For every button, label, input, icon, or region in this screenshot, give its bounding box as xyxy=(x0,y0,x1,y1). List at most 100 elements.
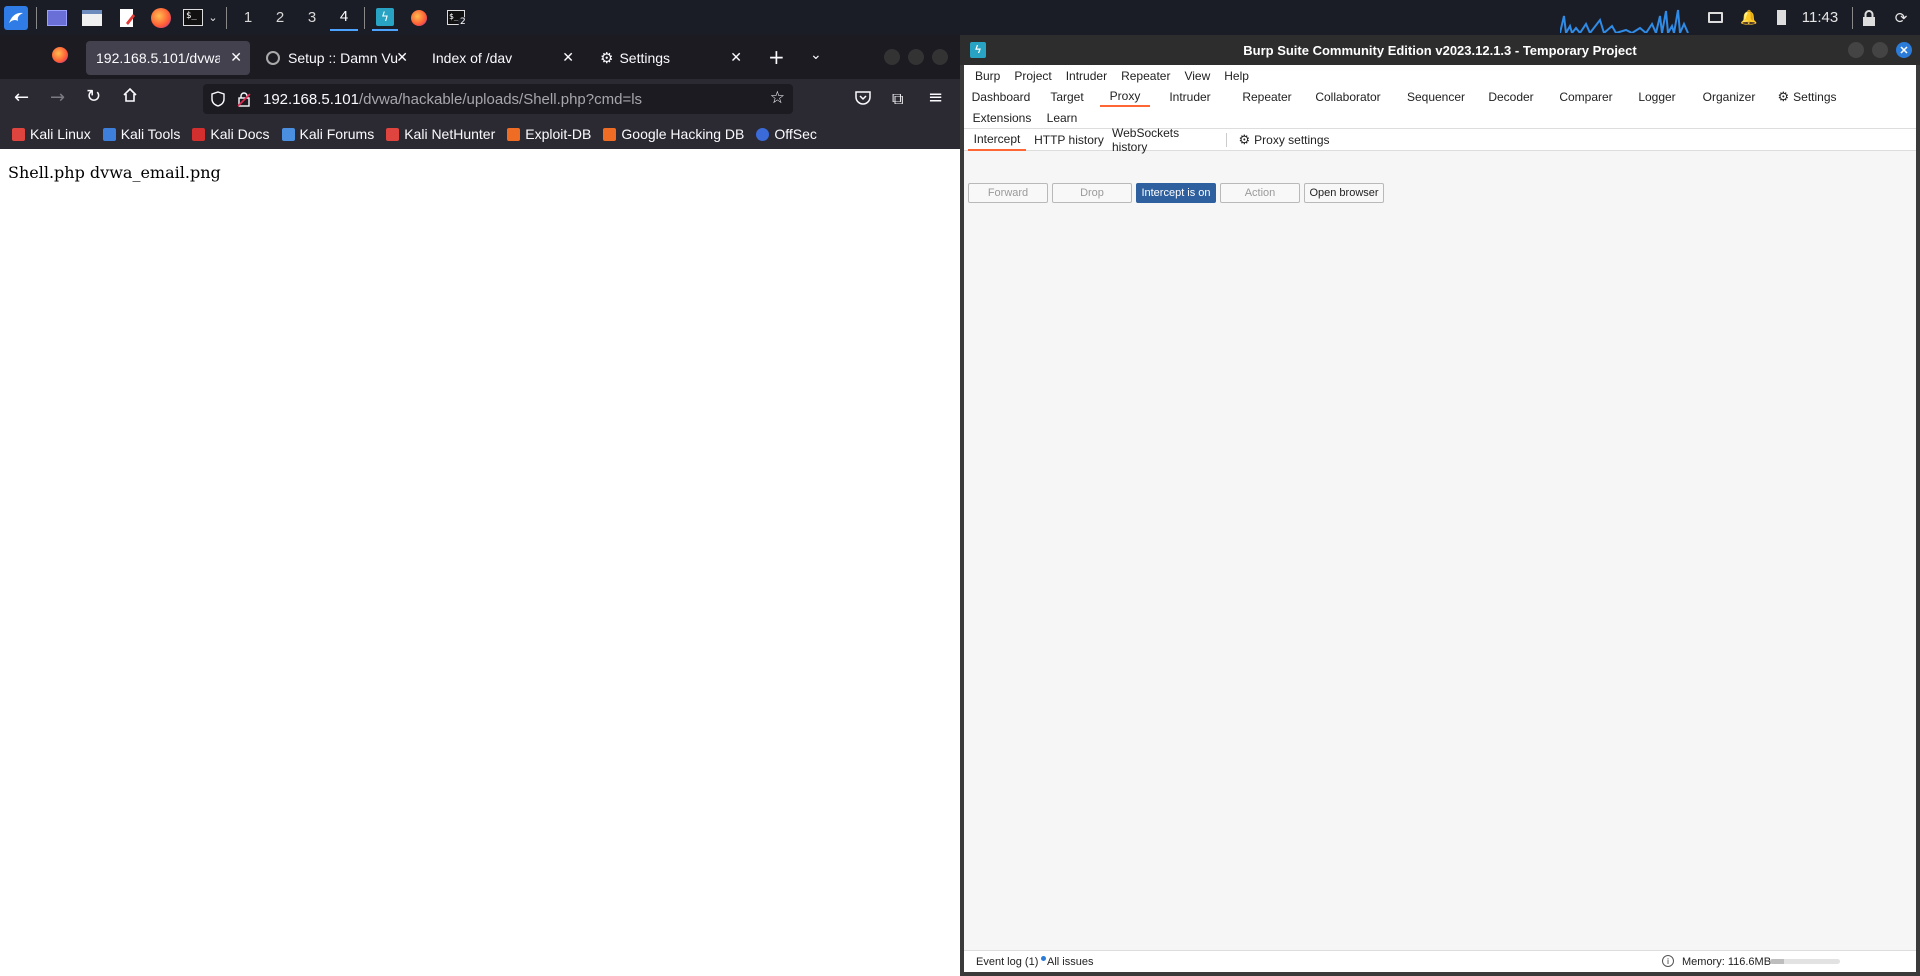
burp-icon: ϟ xyxy=(970,42,986,58)
tab-setup-dvwa[interactable]: Setup :: Damn Vu ✕ xyxy=(256,41,416,75)
maximize-window-button[interactable] xyxy=(1872,42,1888,58)
workspace-4[interactable]: 4 xyxy=(330,4,358,31)
nav-bar: ← → ↻ 192.168.5.101/dvwa/hackable/upload… xyxy=(0,79,960,119)
proxy-settings-label: Proxy settings xyxy=(1254,133,1330,147)
tab-logger[interactable]: Logger xyxy=(1632,87,1682,107)
info-icon[interactable]: i xyxy=(1662,955,1674,967)
insecure-lock-icon[interactable] xyxy=(237,91,251,107)
bookmark-kali-linux[interactable]: Kali Linux xyxy=(12,126,91,142)
subtab-intercept[interactable]: Intercept xyxy=(968,129,1026,151)
all-issues-link[interactable]: All issues xyxy=(1047,956,1093,968)
tab-shell[interactable]: 192.168.5.101/dvwa/ ✕ xyxy=(86,41,250,75)
minimize-window-button[interactable] xyxy=(884,49,900,65)
tab-extensions[interactable]: Extensions xyxy=(970,108,1034,128)
bookmark-star-icon[interactable]: ☆ xyxy=(770,88,785,108)
tab-repeater[interactable]: Repeater xyxy=(1238,87,1296,107)
logout-icon[interactable]: ⟳ xyxy=(1890,4,1912,31)
menu-repeater[interactable]: Repeater xyxy=(1121,69,1170,83)
tab-index-dav[interactable]: Index of /dav ✕ xyxy=(422,41,582,75)
bookmark-exploit-db[interactable]: Exploit-DB xyxy=(507,126,591,142)
forward-button[interactable]: Forward xyxy=(968,183,1048,203)
tab-decoder[interactable]: Decoder xyxy=(1482,87,1540,107)
bookmark-kali-nethunter[interactable]: Kali NetHunter xyxy=(386,126,495,142)
tracking-protection-shield-icon[interactable] xyxy=(211,91,225,107)
chevron-down-icon[interactable]: ⌄ xyxy=(206,4,220,31)
firefox-icon[interactable] xyxy=(148,4,174,31)
close-tab-icon[interactable]: ✕ xyxy=(730,49,742,66)
menu-project[interactable]: Project xyxy=(1014,69,1051,83)
workspace-3[interactable]: 3 xyxy=(298,4,326,31)
tab-organizer[interactable]: Organizer xyxy=(1696,87,1762,107)
subtab-websockets-history[interactable]: WebSockets history xyxy=(1112,126,1216,154)
intercept-toggle-button[interactable]: Intercept is on xyxy=(1136,183,1216,203)
terminal-icon[interactable]: $_ xyxy=(180,4,206,31)
file-manager-icon[interactable] xyxy=(79,4,105,31)
menu-intruder[interactable]: Intruder xyxy=(1066,69,1107,83)
bookmark-kali-forums[interactable]: Kali Forums xyxy=(281,126,374,142)
battery-icon[interactable] xyxy=(1772,4,1790,31)
action-button[interactable]: Action xyxy=(1220,183,1300,203)
tab-collaborator[interactable]: Collaborator xyxy=(1310,87,1386,107)
bookmark-kali-tools[interactable]: Kali Tools xyxy=(102,126,180,142)
workspace-2[interactable]: 2 xyxy=(266,4,294,31)
new-tab-plus-icon[interactable]: + xyxy=(768,45,785,69)
tab-learn[interactable]: Learn xyxy=(1042,108,1082,128)
lock-screen-icon[interactable] xyxy=(1858,4,1880,31)
subtab-http-history[interactable]: HTTP history xyxy=(1032,129,1106,151)
shell-output-text: Shell.php dvwa_email.png xyxy=(8,163,221,182)
close-tab-icon[interactable]: ✕ xyxy=(230,49,242,66)
close-tab-icon[interactable]: ✕ xyxy=(562,49,574,66)
menu-burp[interactable]: Burp xyxy=(975,69,1000,83)
close-window-button[interactable]: ✕ xyxy=(1896,42,1912,58)
minimize-window-button[interactable] xyxy=(1848,42,1864,58)
back-arrow-icon[interactable]: ← xyxy=(14,87,29,108)
tab-settings[interactable]: ⚙ Settings ✕ xyxy=(590,41,750,75)
tab-proxy[interactable]: Proxy xyxy=(1100,87,1150,107)
tab-sequencer[interactable]: Sequencer xyxy=(1400,87,1472,107)
tab-intruder[interactable]: Intruder xyxy=(1162,87,1218,107)
forward-arrow-icon[interactable]: → xyxy=(50,87,65,108)
extensions-puzzle-icon[interactable]: ⧉ xyxy=(892,89,903,109)
display-icon[interactable] xyxy=(1704,4,1726,31)
tab-target[interactable]: Target xyxy=(1042,87,1092,107)
bookmark-google-hacking-db[interactable]: Google Hacking DB xyxy=(603,126,744,142)
pocket-icon[interactable] xyxy=(855,90,871,109)
show-desktop-icon[interactable] xyxy=(44,4,70,31)
kali-menu-button[interactable] xyxy=(3,4,29,31)
open-browser-button[interactable]: Open browser xyxy=(1304,183,1384,203)
url-bar[interactable]: 192.168.5.101/dvwa/hackable/uploads/Shel… xyxy=(203,84,793,114)
menu-help[interactable]: Help xyxy=(1224,69,1249,83)
bookmark-kali-docs[interactable]: Kali Docs xyxy=(192,126,270,142)
tab-label: Setup :: Damn Vu xyxy=(288,50,398,66)
maximize-window-button[interactable] xyxy=(908,49,924,65)
list-all-tabs-chevron-icon[interactable]: ⌄ xyxy=(810,47,822,63)
text-editor-icon[interactable] xyxy=(114,4,140,31)
notifications-bell-icon[interactable]: 🔔 xyxy=(1738,4,1760,31)
home-icon[interactable] xyxy=(122,87,138,107)
window-title: Burp Suite Community Edition v2023.12.1.… xyxy=(1243,42,1637,58)
bookmark-offsec[interactable]: OffSec xyxy=(756,126,817,142)
proxy-subtabs: Intercept HTTP history WebSockets histor… xyxy=(964,126,1916,154)
taskbar-firefox-app[interactable] xyxy=(406,4,432,31)
close-tab-icon[interactable]: ✕ xyxy=(396,49,408,66)
workspace-1[interactable]: 1 xyxy=(234,4,262,31)
drop-button[interactable]: Drop xyxy=(1052,183,1132,203)
close-window-button[interactable] xyxy=(932,49,948,65)
subtab-proxy-settings[interactable]: ⚙ Proxy settings xyxy=(1234,129,1334,151)
menu-view[interactable]: View xyxy=(1184,69,1210,83)
event-log-link[interactable]: Event log (1) xyxy=(976,956,1047,968)
tab-dashboard[interactable]: Dashboard xyxy=(970,87,1032,107)
gear-icon: ⚙ xyxy=(600,50,614,67)
hamburger-menu-icon[interactable]: ≡ xyxy=(928,87,943,108)
ghdb-icon xyxy=(603,127,617,141)
firefox-view-icon[interactable] xyxy=(52,47,68,63)
taskbar-terminal-app[interactable]: $_ 2 xyxy=(442,4,470,31)
tab-settings[interactable]: ⚙ Settings xyxy=(1772,87,1842,107)
new-event-dot xyxy=(1041,956,1047,961)
reload-icon[interactable]: ↻ xyxy=(86,86,101,107)
taskbar-burp-app[interactable]: ϟ xyxy=(372,4,398,31)
clock[interactable]: 11:43 xyxy=(1800,4,1840,31)
event-log-label: Event log (1) xyxy=(976,956,1039,968)
tab-comparer[interactable]: Comparer xyxy=(1554,87,1618,107)
intercept-message-area[interactable] xyxy=(964,213,1916,950)
